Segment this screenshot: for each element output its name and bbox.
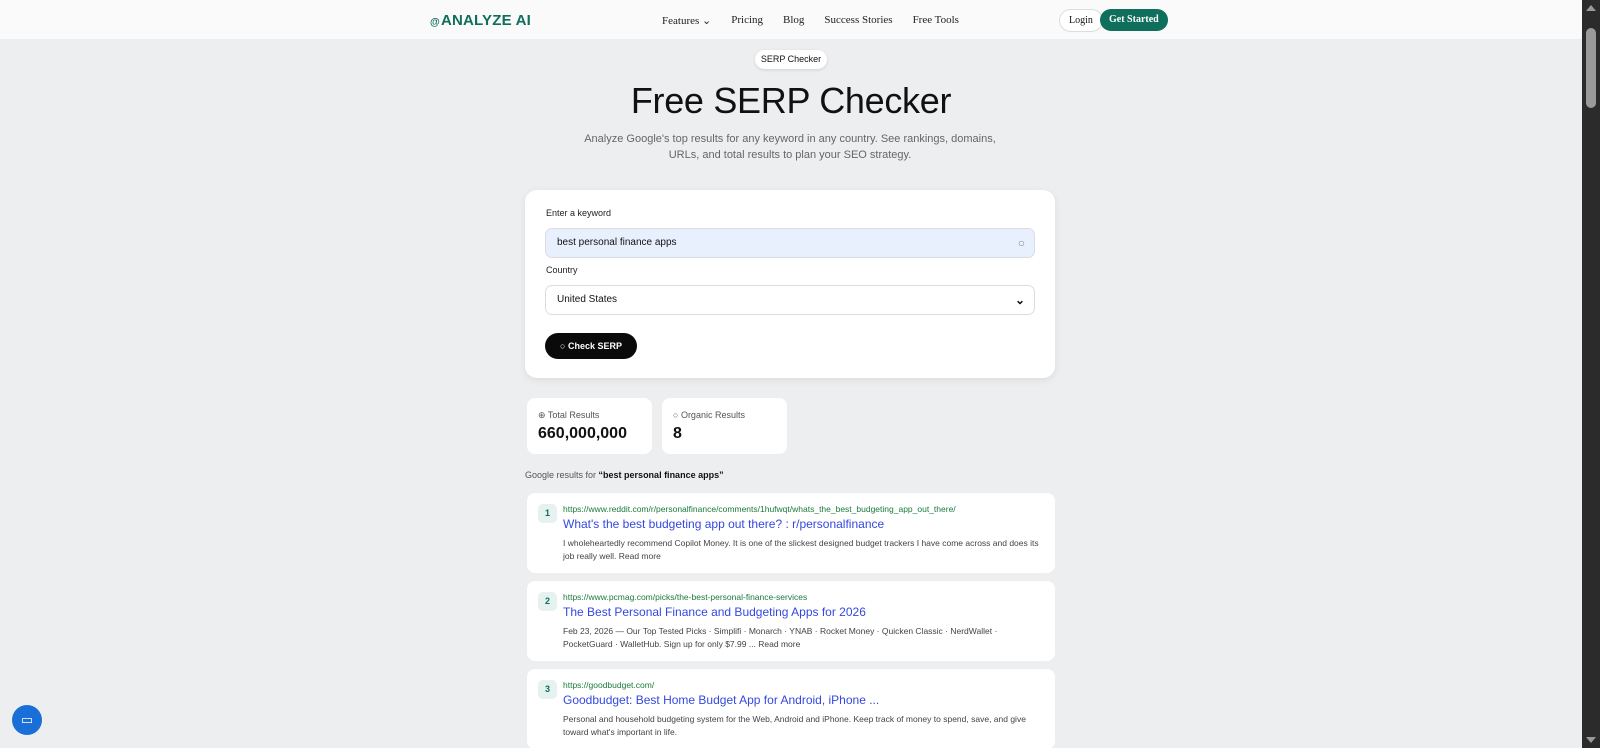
result-snippet: Feb 23, 2026 — Our Top Tested Picks · Si… (563, 626, 998, 649)
result-title[interactable]: Goodbudget: Best Home Budget App for And… (563, 693, 879, 707)
chat-widget-button[interactable]: ▭ (12, 705, 42, 735)
result-url[interactable]: https://www.pcmag.com/picks/the-best-per… (563, 592, 807, 602)
scroll-down-icon[interactable] (1586, 737, 1596, 743)
keyword-value: best personal finance apps (557, 237, 677, 248)
nav-pricing[interactable]: Pricing (731, 14, 763, 27)
page-subtitle: Analyze Google's top results for any key… (584, 133, 996, 161)
logo[interactable]: @ANALYZE AI (430, 12, 531, 29)
search-icon: ○ (1017, 236, 1025, 250)
search-icon: ○ (673, 410, 681, 420)
result-item: 2 https://www.pcmag.com/picks/the-best-p… (527, 581, 1055, 661)
chat-icon: ▭ (20, 712, 34, 727)
stat-value: 8 (673, 425, 682, 442)
nav-links: Features ⌄ Pricing Blog Success Stories … (662, 14, 959, 27)
country-label: Country (546, 265, 578, 275)
tool-badge: SERP Checker (755, 50, 827, 69)
get-started-button[interactable]: Get Started (1100, 9, 1168, 31)
keyword-input[interactable]: best personal finance apps ○ (545, 228, 1035, 258)
chevron-down-icon: ⌄ (1014, 293, 1025, 307)
country-select[interactable]: United States ⌄ (545, 285, 1035, 315)
logo-mark: @ (430, 17, 440, 28)
result-url[interactable]: https://goodbudget.com/ (563, 680, 654, 690)
check-serp-button[interactable]: ○ Check SERP (545, 333, 637, 359)
page: @ANALYZE AI Features ⌄ Pricing Blog Succ… (0, 0, 1582, 748)
scrollbar-thumb[interactable] (1586, 28, 1596, 108)
keyword-label: Enter a keyword (546, 208, 612, 218)
rank-badge: 1 (538, 504, 557, 523)
organic-results-card: ○ Organic Results 8 (662, 398, 787, 454)
result-snippet: I wholeheartedly recommend Copilot Money… (563, 538, 1039, 561)
result-item: 3 https://goodbudget.com/ Goodbudget: Be… (527, 669, 1055, 748)
nav-features[interactable]: Features ⌄ (662, 14, 711, 27)
top-nav: @ANALYZE AI Features ⌄ Pricing Blog Succ… (0, 0, 1582, 40)
total-results-card: ⊕ Total Results 660,000,000 (527, 398, 652, 454)
nav-free-tools[interactable]: Free Tools (913, 14, 959, 27)
result-title[interactable]: What's the best budgeting app out there?… (563, 517, 884, 531)
result-item: 1 https://www.reddit.com/r/personalfinan… (527, 493, 1055, 573)
rank-badge: 3 (538, 680, 557, 699)
scroll-up-icon[interactable] (1586, 5, 1596, 11)
scrollbar[interactable] (1582, 0, 1600, 748)
nav-success-stories[interactable]: Success Stories (824, 14, 892, 27)
rank-badge: 2 (538, 592, 557, 611)
result-url[interactable]: https://www.reddit.com/r/personalfinance… (563, 504, 956, 514)
result-title[interactable]: The Best Personal Finance and Budgeting … (563, 605, 866, 619)
results-heading-prefix: Google results for (525, 470, 599, 480)
stat-label: Organic Results (680, 410, 745, 420)
stat-label: Total Results (547, 410, 600, 420)
check-serp-label: Check SERP (567, 341, 622, 351)
results-heading-query: “best personal finance apps” (598, 470, 724, 480)
nav-blog[interactable]: Blog (783, 14, 804, 27)
country-value: United States (557, 294, 618, 305)
logo-text: ANALYZE AI (440, 12, 532, 29)
results-heading: Google results for “best personal financ… (525, 470, 724, 480)
search-icon: ○ (560, 341, 568, 351)
globe-icon: ⊕ (538, 410, 548, 420)
serp-form: Enter a keyword best personal finance ap… (525, 190, 1055, 378)
stat-value: 660,000,000 (538, 425, 627, 442)
page-title: Free SERP Checker (630, 80, 952, 121)
result-snippet: Personal and household budgeting system … (563, 714, 1026, 737)
login-button[interactable]: Login (1059, 9, 1103, 32)
